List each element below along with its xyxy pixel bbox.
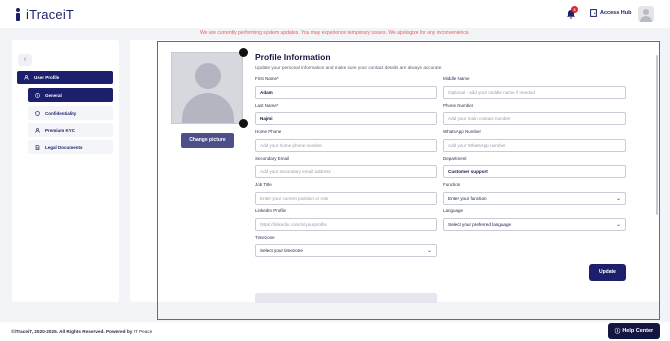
avatar[interactable] bbox=[638, 6, 654, 22]
first-name-field[interactable]: Adam bbox=[255, 86, 437, 99]
update-button[interactable]: Update bbox=[589, 264, 626, 281]
home-phone-label: Home Phone bbox=[255, 129, 282, 134]
footer-copyright: ©iTraceiT, 2020-2025. All Rights Reserve… bbox=[11, 329, 152, 334]
logo-text: iTraceiT bbox=[26, 7, 75, 22]
chevron-down-icon: ⌄ bbox=[615, 222, 621, 228]
crop-handle-top[interactable] bbox=[239, 48, 248, 57]
help-icon: ⓘ bbox=[614, 329, 621, 335]
function-select-value: Enter your function bbox=[448, 196, 487, 201]
page-title: Profile Information bbox=[255, 52, 331, 62]
document-icon bbox=[34, 144, 40, 150]
person-icon bbox=[34, 127, 40, 133]
middle-name-label: Middle Name bbox=[443, 76, 470, 81]
timezone-label: Timezone bbox=[255, 235, 275, 240]
sidebar-item-premium-kyc[interactable]: Premium KYC bbox=[28, 123, 113, 137]
sidebar-collapse-button[interactable]: ‹ bbox=[18, 54, 32, 66]
linkedin-label: LinkedIn Profile bbox=[255, 208, 287, 213]
sidebar-item-label: Premium KYC bbox=[45, 127, 76, 133]
access-hub-link[interactable]: Access Hub bbox=[590, 9, 632, 17]
linkedin-field[interactable]: https://linkedin.com/in/yourprofile bbox=[255, 218, 437, 231]
job-title-label: Job Title bbox=[255, 182, 272, 187]
language-select[interactable]: Select your preferred language ⌄ bbox=[443, 218, 626, 231]
change-picture-button[interactable]: Change picture bbox=[181, 133, 234, 148]
chevron-down-icon: ⌄ bbox=[615, 196, 621, 202]
job-title-field[interactable]: Enter your current position or role bbox=[255, 192, 437, 205]
chevron-down-icon: ⌄ bbox=[426, 248, 432, 254]
help-center-label: Help Center bbox=[622, 328, 654, 334]
last-name-field[interactable]: Najmi bbox=[255, 112, 437, 125]
middle-name-field[interactable]: Optional - add your middle name if neede… bbox=[443, 86, 626, 99]
first-name-label: First Name* bbox=[255, 76, 279, 81]
sidebar-item-label: Confidentiality bbox=[45, 110, 77, 116]
sidebar-item-label: General bbox=[45, 92, 62, 98]
info-icon bbox=[34, 92, 40, 98]
whatsapp-number-field[interactable]: Add your WhatsApp number bbox=[443, 139, 626, 152]
sidebar-item-general[interactable]: General bbox=[28, 88, 113, 102]
logo-icon bbox=[13, 8, 23, 21]
avatar-placeholder-head bbox=[195, 63, 221, 89]
user-icon bbox=[23, 75, 29, 81]
system-notice: We are currently performing system updat… bbox=[200, 30, 470, 36]
function-label: Function bbox=[443, 182, 461, 187]
secondary-email-label: Secondary Email bbox=[255, 156, 290, 161]
crop-handle-bottom[interactable] bbox=[239, 119, 248, 128]
sidebar-item-user-profile[interactable]: User Profile bbox=[17, 71, 113, 84]
sidebar-item-legal-documents[interactable]: Legal Documents bbox=[28, 140, 113, 154]
language-label: Language bbox=[443, 208, 464, 213]
profile-photo[interactable] bbox=[171, 52, 243, 124]
phone-number-label: Phone Number bbox=[443, 103, 474, 108]
language-select-value: Select your preferred language bbox=[448, 222, 512, 227]
notification-badge: 3 bbox=[571, 6, 578, 13]
home-phone-field[interactable]: Add your home phone number bbox=[255, 139, 437, 152]
help-center-button[interactable]: ⓘ Help Center bbox=[608, 323, 660, 339]
function-select[interactable]: Enter your function ⌄ bbox=[443, 192, 626, 205]
phone-number-field[interactable]: Add your main contact number bbox=[443, 112, 626, 125]
department-field[interactable]: Customer support bbox=[443, 165, 626, 178]
access-hub-label: Access Hub bbox=[600, 10, 632, 16]
department-label: Department bbox=[443, 156, 467, 161]
timezone-select[interactable]: Select your timezone ⌄ bbox=[255, 244, 437, 257]
app-logo[interactable]: iTraceiT bbox=[13, 7, 74, 22]
shield-icon bbox=[34, 110, 40, 116]
page-subtitle: Update your personal information and mak… bbox=[255, 65, 443, 70]
scrollbar[interactable] bbox=[656, 55, 658, 215]
sidebar-item-label: Legal Documents bbox=[45, 144, 83, 150]
sidebar-item-label: User Profile bbox=[34, 75, 60, 80]
whatsapp-number-label: WhatsApp Number bbox=[443, 129, 482, 134]
section-placeholder bbox=[255, 293, 437, 303]
copyright-text: ©iTraceiT, 2020-2025. All Rights Reserve… bbox=[11, 329, 133, 334]
last-name-label: Last Name* bbox=[255, 103, 279, 108]
powered-by-link[interactable]: IT Peace bbox=[134, 329, 153, 334]
secondary-email-field[interactable]: Add your secondary email address bbox=[255, 165, 437, 178]
door-icon bbox=[590, 9, 597, 17]
sidebar-item-confidentiality[interactable]: Confidentiality bbox=[28, 106, 113, 120]
timezone-select-value: Select your timezone bbox=[260, 248, 303, 253]
avatar-placeholder-body bbox=[182, 93, 234, 123]
